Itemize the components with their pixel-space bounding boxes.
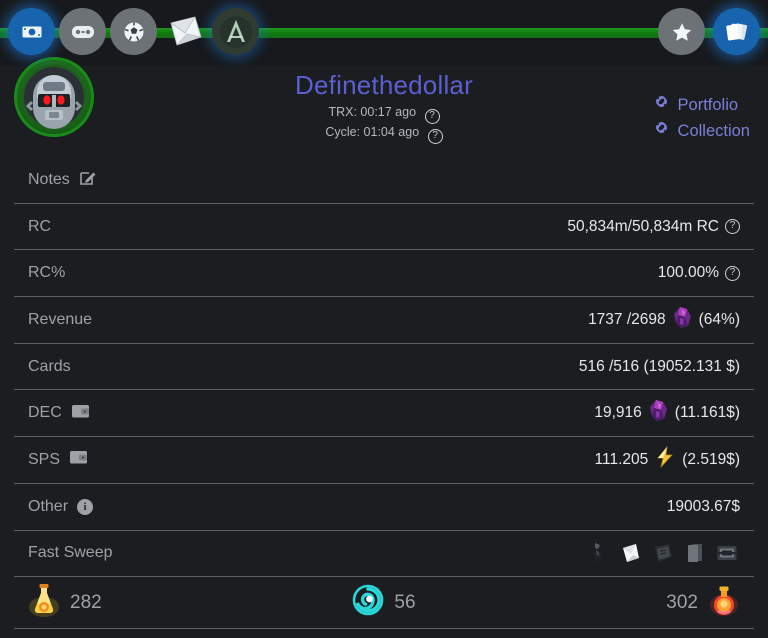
soccer-ball-icon bbox=[122, 20, 146, 44]
row-value-revenue: 1737 /2698 (64%) bbox=[588, 306, 740, 334]
star-icon bbox=[670, 20, 694, 44]
sps-label: SPS bbox=[28, 450, 61, 468]
footer-energy-value: 56 bbox=[394, 591, 416, 613]
row-value-cards: 516 /516 (19052.131 $) bbox=[578, 357, 740, 375]
fast-sweep-label: Fast Sweep bbox=[28, 544, 113, 562]
wallet-icon[interactable] bbox=[69, 449, 88, 470]
dec-crystal-icon bbox=[648, 399, 669, 427]
other-label: Other bbox=[28, 497, 69, 515]
nav-cards-button[interactable] bbox=[713, 8, 760, 55]
trx-help-icon[interactable]: ? bbox=[424, 109, 440, 124]
fast-sweep-actions bbox=[586, 540, 740, 566]
rc-value: 50,834m/50,834m RC bbox=[567, 217, 719, 235]
row-label-rc-percent: RC% bbox=[28, 264, 65, 282]
revenue-label: Revenue bbox=[28, 310, 93, 328]
external-links: Portfolio Collection bbox=[652, 92, 750, 144]
row-value-dec: 19,916 (11.161$) bbox=[594, 399, 740, 427]
table-row-dec: DEC 19,916 (11.161$) bbox=[14, 390, 754, 438]
red-potion-icon bbox=[708, 583, 740, 623]
table-row-rc-percent: RC% 100.00% ? bbox=[14, 250, 754, 298]
rc-percent-value: 100.00% bbox=[657, 264, 719, 282]
revenue-percent: (64%) bbox=[698, 310, 740, 328]
table-row-other: Other i 19003.67$ bbox=[14, 484, 754, 531]
portfolio-link-label: Portfolio bbox=[677, 96, 739, 114]
sweep-dark-scroll-icon[interactable] bbox=[650, 540, 676, 566]
footer-potion-left-value: 282 bbox=[70, 591, 102, 613]
collection-link-label: Collection bbox=[677, 122, 750, 140]
row-label-notes: Notes bbox=[28, 169, 96, 191]
row-label-revenue: Revenue bbox=[28, 311, 92, 329]
sweep-chest-icon[interactable] bbox=[714, 540, 740, 566]
sps-lightning-icon bbox=[654, 446, 676, 473]
letter-icon bbox=[165, 13, 205, 51]
table-row-notes[interactable]: Notes bbox=[14, 157, 754, 204]
row-label-fast-sweep: Fast Sweep bbox=[28, 544, 112, 562]
stats-table: Notes RC 50,834m/50,834m RC ? RC% 100.00… bbox=[0, 157, 768, 578]
dec-label: DEC bbox=[28, 404, 62, 422]
link-chain-icon bbox=[652, 118, 671, 144]
nav-archmage-button[interactable] bbox=[212, 8, 259, 55]
nav-favorites-button[interactable] bbox=[658, 8, 705, 55]
info-icon[interactable]: i bbox=[77, 498, 94, 515]
rc-help-icon[interactable]: ? bbox=[725, 219, 740, 235]
dec-value: 19,916 bbox=[594, 404, 642, 422]
row-label-other: Other i bbox=[28, 497, 94, 516]
cycle-help-icon[interactable]: ? bbox=[427, 129, 443, 144]
table-row-cards: Cards 516 /516 (19052.131 $) bbox=[14, 344, 754, 391]
collection-link[interactable]: Collection bbox=[652, 118, 750, 144]
sweep-white-letter-icon[interactable] bbox=[618, 540, 644, 566]
footer-potion-right[interactable]: 302 bbox=[666, 583, 740, 623]
dec-usd-value: (11.161$) bbox=[674, 404, 740, 422]
row-value-rc: 50,834m/50,834m RC ? bbox=[567, 218, 740, 236]
cycle-status-label: Cycle: 01:04 ago bbox=[325, 125, 420, 139]
gamepad-icon bbox=[70, 21, 96, 43]
sweep-card-pair-icon[interactable] bbox=[682, 540, 708, 566]
table-row-revenue: Revenue 1737 /2698 (64%) bbox=[14, 297, 754, 344]
nav-cash-button[interactable] bbox=[8, 8, 55, 55]
resource-footer: 282 56 302 bbox=[14, 577, 754, 629]
wallet-icon[interactable] bbox=[71, 403, 90, 424]
table-row-fast-sweep: Fast Sweep bbox=[14, 531, 754, 578]
footer-potion-right-value: 302 bbox=[666, 591, 698, 613]
rc-percent-help-icon[interactable]: ? bbox=[725, 265, 740, 281]
sps-usd-value: (2.519$) bbox=[682, 450, 740, 468]
row-label-dec: DEC bbox=[28, 403, 90, 424]
table-row-rc: RC 50,834m/50,834m RC ? bbox=[14, 204, 754, 251]
sweep-dark-shard-icon[interactable] bbox=[586, 540, 612, 566]
nav-soccer-button[interactable] bbox=[110, 8, 157, 55]
row-label-rc: RC bbox=[28, 218, 51, 236]
cards-label: Cards bbox=[28, 357, 71, 375]
cards-icon bbox=[724, 19, 750, 45]
revenue-value: 1737 /2698 bbox=[588, 310, 666, 328]
archmage-logo-icon bbox=[219, 15, 253, 49]
cash-icon bbox=[20, 20, 44, 44]
edit-pencil-icon[interactable] bbox=[79, 169, 96, 191]
table-row-sps: SPS 111.205 (2.519$) bbox=[14, 437, 754, 484]
footer-potion-left[interactable]: 282 bbox=[28, 583, 102, 623]
footer-energy-center[interactable]: 56 bbox=[352, 584, 416, 622]
row-value-sps: 111.205 (2.519$) bbox=[595, 446, 740, 473]
portfolio-link[interactable]: Portfolio bbox=[652, 92, 750, 118]
gold-potion-icon bbox=[28, 583, 60, 623]
row-value-other: 19003.67$ bbox=[666, 497, 740, 515]
dec-crystal-icon bbox=[672, 306, 693, 334]
rc-label: RC bbox=[28, 217, 52, 235]
nav-right-group bbox=[658, 8, 760, 55]
sps-value: 111.205 bbox=[594, 450, 649, 468]
energy-spiral-icon bbox=[352, 584, 384, 622]
link-chain-icon bbox=[652, 92, 671, 118]
profile-header: Definethedollar TRX: 00:17 ago ? Cycle: … bbox=[0, 57, 768, 161]
row-label-sps: SPS bbox=[28, 449, 88, 470]
nav-letter-button[interactable] bbox=[161, 8, 208, 55]
top-navigation-bar bbox=[0, 0, 768, 66]
row-value-rc-percent: 100.00% ? bbox=[658, 264, 740, 282]
nav-gamepad-button[interactable] bbox=[59, 8, 106, 55]
trx-status-label: TRX: 00:17 ago bbox=[328, 105, 417, 119]
rc-percent-label: RC% bbox=[28, 264, 66, 282]
nav-left-group bbox=[8, 8, 259, 55]
notes-label: Notes bbox=[28, 170, 70, 188]
row-label-cards: Cards bbox=[28, 358, 71, 376]
